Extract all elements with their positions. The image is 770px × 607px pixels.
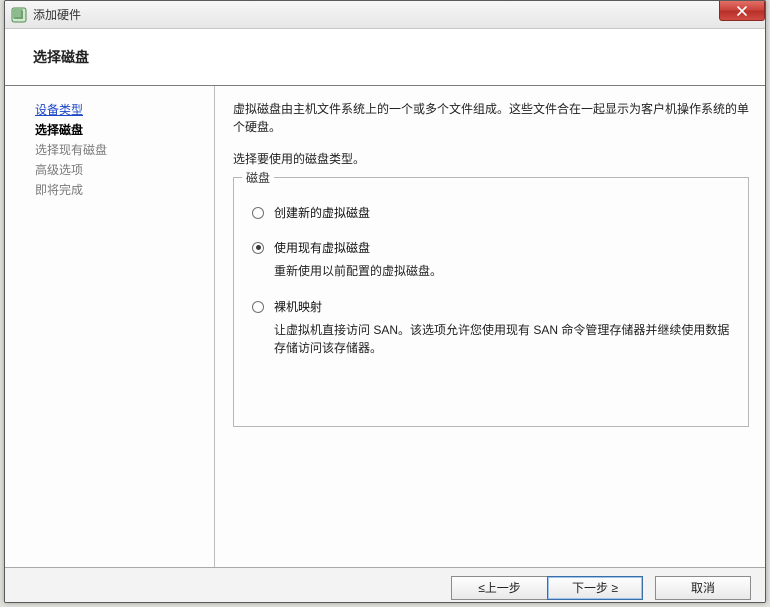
disk-groupbox: 磁盘 创建新的虚拟磁盘 使用现有虚拟磁盘 重新使用以前配置的虚拟磁盘。 (233, 177, 749, 427)
step-select-disk: 选择磁盘 (35, 120, 204, 140)
option-label: 使用现有虚拟磁盘 (274, 239, 370, 256)
add-hardware-dialog: 添加硬件 选择磁盘 设备类型 选择磁盘 选择现有磁盘 高级选项 即将完成 虚拟磁… (4, 0, 766, 603)
wizard-footer: ≤上一步 下一步 ≥ 取消 (5, 567, 765, 603)
option-create-new[interactable]: 创建新的虚拟磁盘 (252, 204, 732, 221)
next-button[interactable]: 下一步 ≥ (547, 576, 643, 600)
close-button[interactable] (719, 1, 765, 21)
back-button[interactable]: ≤上一步 (451, 576, 547, 600)
radio-use-existing[interactable] (252, 242, 264, 254)
content-pane: 虚拟磁盘由主机文件系统上的一个或多个文件组成。这些文件合在一起显示为客户机操作系… (215, 86, 765, 567)
option-desc: 重新使用以前配置的虚拟磁盘。 (274, 262, 732, 280)
option-raw-mapping[interactable]: 裸机映射 让虚拟机直接访问 SAN。该选项允许您使用现有 SAN 命令管理存储器… (252, 298, 732, 357)
groupbox-legend: 磁盘 (242, 169, 274, 186)
option-label: 创建新的虚拟磁盘 (274, 204, 370, 221)
description-text: 虚拟磁盘由主机文件系统上的一个或多个文件组成。这些文件合在一起显示为客户机操作系… (233, 100, 749, 136)
radio-create-new[interactable] (252, 207, 264, 219)
window-title: 添加硬件 (33, 6, 81, 23)
titlebar: 添加硬件 (5, 1, 765, 29)
wizard-steps: 设备类型 选择磁盘 选择现有磁盘 高级选项 即将完成 (5, 86, 215, 567)
step-select-existing-disk: 选择现有磁盘 (35, 140, 204, 160)
page-heading: 选择磁盘 (5, 29, 765, 86)
step-advanced-options: 高级选项 (35, 160, 204, 180)
step-device-type[interactable]: 设备类型 (35, 100, 204, 120)
radio-raw-mapping[interactable] (252, 301, 264, 313)
option-desc: 让虚拟机直接访问 SAN。该选项允许您使用现有 SAN 命令管理存储器并继续使用… (274, 321, 732, 357)
option-label: 裸机映射 (274, 298, 322, 315)
prompt-text: 选择要使用的磁盘类型。 (233, 150, 749, 167)
dialog-body: 设备类型 选择磁盘 选择现有磁盘 高级选项 即将完成 虚拟磁盘由主机文件系统上的… (5, 86, 765, 567)
option-use-existing[interactable]: 使用现有虚拟磁盘 重新使用以前配置的虚拟磁盘。 (252, 239, 732, 280)
app-icon (11, 7, 27, 23)
step-ready-to-complete: 即将完成 (35, 180, 204, 200)
cancel-button[interactable]: 取消 (655, 576, 751, 600)
